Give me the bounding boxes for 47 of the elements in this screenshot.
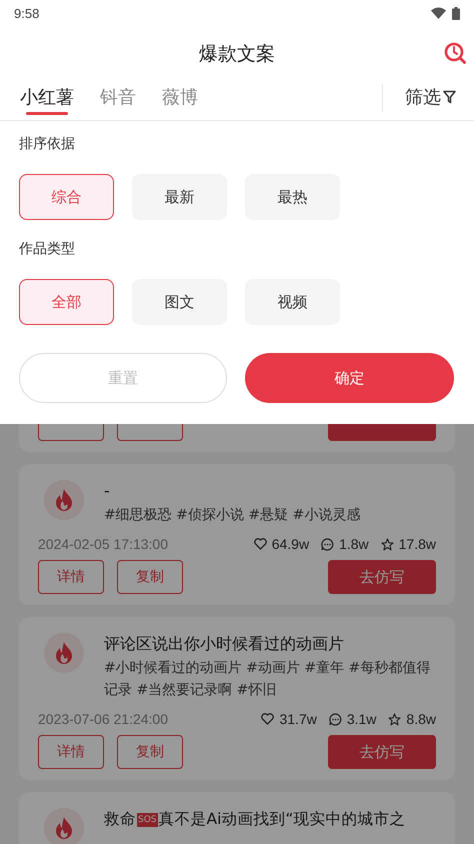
post-tags: #小时候看过的动画片 #动画片 #童年 #每秒都值得记录 #当然要记录啊 #怀旧	[104, 657, 436, 701]
filter-chip[interactable]: 视频	[245, 279, 340, 325]
filter-icon	[443, 90, 456, 104]
reset-button[interactable]: 重置	[19, 353, 227, 403]
platform-tab[interactable]: 钭音	[100, 85, 136, 117]
filter-chip[interactable]: 最热	[245, 174, 340, 220]
post-title: -	[104, 480, 111, 502]
star-icon	[388, 712, 402, 726]
like-count: 64.9w	[272, 536, 310, 552]
battery-icon	[452, 6, 460, 20]
details-button[interactable]: 详情	[38, 560, 104, 594]
details-button[interactable]: 详情	[38, 735, 104, 769]
post-date: 2023-07-06 21:24:00	[38, 711, 168, 727]
section-label: 作品类型	[19, 240, 76, 258]
status-time: 9:58	[14, 6, 40, 20]
page-title: 爆款文案	[199, 42, 275, 67]
comment-count: 1.8w	[339, 536, 369, 552]
section-label: 排序依据	[19, 135, 76, 153]
imitate-button[interactable]: 去仿写	[328, 735, 436, 769]
confirm-button[interactable]: 确定	[245, 353, 454, 403]
comment-icon	[328, 712, 342, 726]
copy-button[interactable]: 复制	[117, 560, 183, 594]
filter-chip[interactable]: 最新	[132, 174, 227, 220]
filter-chip[interactable]: 全部	[19, 279, 114, 325]
platform-tab[interactable]: 小红薯	[20, 85, 74, 117]
favorite-count: 8.8w	[406, 711, 436, 727]
comment-icon	[321, 538, 334, 550]
post-title: 评论区说出你小时候看过的动画片	[104, 633, 345, 655]
star-icon	[380, 538, 394, 550]
imitate-button[interactable]: 去仿写	[328, 560, 436, 594]
flame-avatar-icon	[44, 808, 84, 844]
flame-avatar-icon	[44, 633, 84, 673]
platform-tab[interactable]: 薇博	[162, 85, 198, 117]
heart-icon	[254, 538, 267, 550]
post-date: 2024-02-05 17:13:00	[38, 536, 168, 552]
heart-icon	[261, 713, 274, 725]
search-icon[interactable]	[444, 42, 466, 64]
comment-count: 3.1w	[346, 711, 376, 727]
flame-avatar-icon	[44, 480, 84, 520]
like-count: 31.7w	[279, 711, 317, 727]
favorite-count: 17.8w	[398, 536, 436, 552]
filter-button[interactable]: 筛选	[383, 85, 474, 117]
wifi-icon	[431, 7, 446, 19]
post-tags: #细思极恐 #侦探小说 #悬疑 #小说灵感	[104, 504, 436, 526]
copy-button[interactable]: 复制	[117, 735, 183, 769]
filter-chip[interactable]: 图文	[132, 279, 227, 325]
filter-chip[interactable]: 综合	[19, 174, 114, 220]
